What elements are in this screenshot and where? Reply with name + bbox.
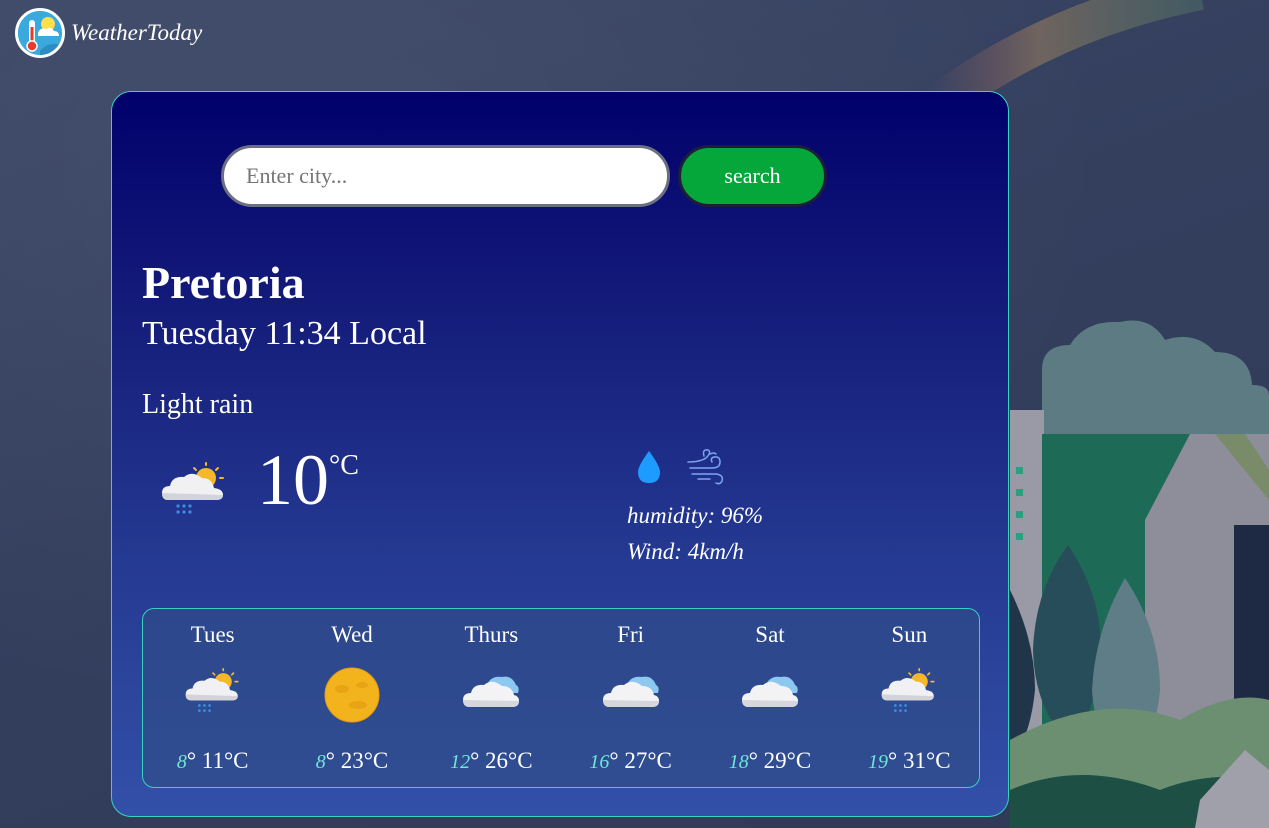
forecast-day: Sat 18° 29°C [700, 609, 839, 787]
forecast-day: Thurs 12° 26°C [422, 609, 561, 787]
wind-icon [686, 448, 726, 491]
forecast-max-temp: 31°C [903, 748, 951, 773]
thermometer-sun-logo-icon [15, 8, 65, 58]
brand-name: WeatherToday [71, 20, 203, 45]
forecast-max-temp: 29°C [763, 748, 812, 773]
forecast-day: Fri 16° 27°C [561, 609, 700, 787]
forecast-min-temp: 8 [315, 751, 326, 773]
forecast-day-name: Fri [617, 622, 645, 647]
forecast-day-name: Thurs [464, 622, 519, 647]
cloud-icon [462, 667, 520, 716]
weather-condition: Light rain [142, 389, 254, 420]
brand[interactable]: WeatherToday [15, 8, 202, 58]
forecast-day-name: Sat [755, 622, 785, 647]
stats-icons [636, 448, 726, 491]
forecast-temps: 8° 23°C [315, 748, 389, 773]
temperature-unit: °C [329, 450, 359, 481]
forecast-min-temp: 19 [868, 751, 889, 773]
forecast-temps: 18° 29°C [728, 748, 812, 773]
rain-cloud-sun-icon [880, 667, 938, 720]
water-drop-icon [636, 450, 662, 489]
forecast-day-name: Sun [891, 622, 928, 647]
forecast-panel: Tues 8° 11°C Wed 8° 23°C Thurs 12° 26°C … [142, 608, 980, 788]
cloud-icon [602, 667, 660, 716]
forecast-max-temp: 26°C [485, 748, 533, 773]
forecast-min-temp: 8 [176, 751, 187, 773]
current-temperature: 10 °C [257, 444, 359, 516]
wind-text: Wind: 4km/h [627, 539, 744, 564]
city-search-input[interactable] [221, 145, 670, 207]
forecast-temps: 19° 31°C [868, 748, 951, 773]
humidity-text: humidity: 96% [627, 503, 764, 528]
weather-card: search Pretoria Tuesday 11:34 Local Ligh… [111, 91, 1009, 817]
forecast-min-temp: 16 [589, 751, 610, 773]
sun-icon [324, 667, 380, 728]
local-datetime: Tuesday 11:34 Local [142, 315, 427, 352]
forecast-max-temp: 23°C [340, 748, 389, 773]
forecast-day: Sun 19° 31°C [840, 609, 979, 787]
forecast-day: Wed 8° 23°C [282, 609, 421, 787]
search-button[interactable]: search [678, 145, 827, 207]
forecast-max-temp: 11°C [201, 748, 249, 773]
rain-cloud-sun-icon [184, 667, 242, 720]
forecast-temps: 8° 11°C [176, 748, 249, 773]
forecast-day-name: Tues [190, 622, 235, 647]
search-bar: search [221, 145, 827, 207]
forecast-temps: 16° 27°C [589, 748, 672, 773]
cloud-icon [741, 667, 799, 716]
forecast-min-temp: 12 [450, 751, 471, 773]
forecast-max-temp: 27°C [624, 748, 672, 773]
forecast-day-name: Wed [331, 622, 373, 647]
forecast-day: Tues 8° 11°C [143, 609, 282, 787]
temperature-value: 10 [257, 440, 329, 520]
rain-cloud-sun-icon [160, 462, 228, 521]
forecast-min-temp: 18 [728, 751, 749, 773]
city-name: Pretoria [142, 257, 305, 308]
forecast-temps: 12° 26°C [450, 748, 533, 773]
